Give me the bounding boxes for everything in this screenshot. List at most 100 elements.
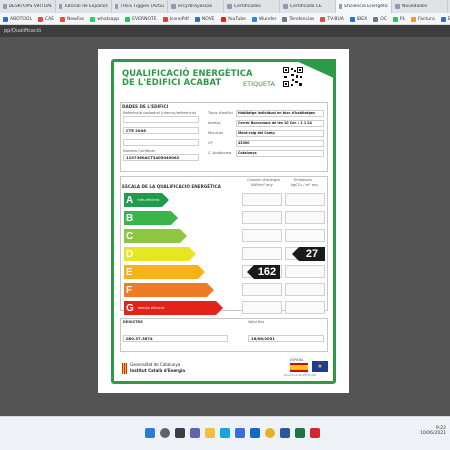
- consumption-cell: [242, 229, 282, 242]
- emissions-cell: [285, 301, 325, 314]
- bookmark-item[interactable]: NOVE: [192, 13, 218, 24]
- building-type-value: Habitatge individual en bloc d'habitatge…: [238, 111, 316, 115]
- bookmark-item[interactable]: Factura: [408, 13, 438, 24]
- emissions-cell: [285, 211, 325, 224]
- tab-label: Certificado CE: [290, 4, 322, 9]
- emissions-cell: [285, 283, 325, 296]
- certificate-number-label: Número Certificat: [123, 149, 155, 153]
- consumption-cell: [242, 283, 282, 296]
- search-icon[interactable]: [160, 428, 170, 438]
- bookmark-item[interactable]: Tendencias: [279, 13, 317, 24]
- bookmark-favicon-icon: [373, 16, 379, 22]
- viewer-title: pp/Qualificació: [4, 28, 42, 34]
- reference-field: [123, 116, 199, 123]
- consumption-cell: [242, 211, 282, 224]
- emissions-column-unit: kgCO₂ / m² any: [291, 183, 319, 187]
- bookmark-item[interactable]: PL: [390, 13, 408, 24]
- tab-favicon-icon: [171, 4, 176, 9]
- start-icon[interactable]: [145, 428, 155, 438]
- pdf-viewer[interactable]: QUALIFICACIÓ ENERGÈTICA DE L'EDIFICI ACA…: [0, 37, 450, 416]
- emissions-indicator-pointer: [292, 247, 299, 261]
- browser-tab[interactable]: TRES Tiggies (Actualización): [112, 0, 168, 13]
- bookmark-item[interactable]: Equipos: [438, 13, 450, 24]
- bookmark-item[interactable]: whatsapp: [87, 13, 122, 24]
- browser-tab[interactable]: Novedades: [392, 0, 448, 13]
- system-clock[interactable]: 9:22 10/06/2021: [420, 426, 446, 436]
- browser-tab[interactable]: Certificados: [224, 0, 280, 13]
- emissions-cell: [285, 265, 325, 278]
- mail-icon[interactable]: [250, 428, 260, 438]
- browser-tab[interactable]: Eficiencia Energética 1Energía: [336, 0, 392, 13]
- qr-code-icon: [282, 66, 304, 88]
- directive-note: Directiva 2010/31/UE: [284, 373, 316, 377]
- building-type-label: Tipus d'edifici: [208, 111, 233, 115]
- gencat-name: Generalitat de Catalunya: [130, 362, 181, 367]
- tab-label: Eficiencia Energética 1Energía: [344, 4, 388, 9]
- tab-favicon-icon: [3, 4, 7, 9]
- bookmark-item[interactable]: IconoPdf: [160, 13, 192, 24]
- address-value: Carrer Barcanona de les 10 Cer. : 1 1 24: [238, 121, 312, 125]
- bookmark-favicon-icon: [251, 16, 257, 22]
- rating-letter: G: [126, 302, 134, 314]
- bookmark-item[interactable]: ABOTOOL: [0, 13, 35, 24]
- bookmark-item[interactable]: Wunder: [249, 13, 279, 24]
- bookmark-item[interactable]: YouTube: [218, 13, 249, 24]
- least-efficient-note: menys eficient: [137, 306, 165, 310]
- bookmark-favicon-icon: [3, 16, 8, 22]
- rating-letter: D: [126, 248, 134, 260]
- consumption-cell: [242, 247, 282, 260]
- pdf-viewer-toolbar: pp/Qualificació: [0, 25, 450, 37]
- tab-label: Novedades: [402, 4, 428, 9]
- tab-favicon-icon: [115, 4, 119, 9]
- consumption-indicator-pointer: [247, 265, 254, 279]
- acrobat-icon[interactable]: [310, 428, 320, 438]
- chat-icon[interactable]: [190, 428, 200, 438]
- word-icon[interactable]: [280, 428, 290, 438]
- rating-scale-title: ESCALA DE LA QUALIFICACIÓ ENERGÈTICA: [122, 184, 221, 189]
- excel-icon[interactable]: [295, 428, 305, 438]
- tab-favicon-icon: [339, 4, 343, 9]
- address-label: Adreça: [208, 121, 221, 125]
- file-explorer-icon[interactable]: [205, 428, 215, 438]
- tab-favicon-icon: [395, 4, 400, 9]
- rating-letter: E: [126, 266, 133, 278]
- icaen-name: Institut Català d'Energia: [130, 368, 186, 373]
- browser-tab[interactable]: ercyrbrayessas: [168, 0, 224, 13]
- town-value: Mont-roig del Camp: [238, 131, 275, 135]
- bookmarks-bar: ABOTOOL CAE NewFac whatsapp EVERNOTE IconoPdf…: [0, 13, 450, 25]
- edge-icon[interactable]: [220, 428, 230, 438]
- browser-tab[interactable]: DESKTOPS VIRTUAL CAIXA: [0, 0, 56, 13]
- bookmark-favicon-icon: [125, 16, 131, 22]
- task-view-icon[interactable]: [175, 428, 185, 438]
- postcode-label: CP: [208, 141, 213, 145]
- bookmark-item[interactable]: NewFac: [57, 13, 87, 24]
- bookmark-item[interactable]: OC: [370, 13, 390, 24]
- bookmark-item[interactable]: TV-BUA: [317, 13, 347, 24]
- bookmark-item[interactable]: IBEX: [347, 13, 370, 24]
- store-icon[interactable]: [235, 428, 245, 438]
- tab-label: ercyrbrayessas: [178, 4, 213, 9]
- bookmark-item[interactable]: CAE: [35, 13, 57, 24]
- consumption-column-unit: kWh/m² any: [251, 183, 273, 187]
- valid-until-value: 16/06/2031: [251, 336, 275, 341]
- reference-label: Referència cadastral (ntecnic/referència…: [123, 111, 197, 115]
- extra-field: [123, 139, 199, 146]
- bookmark-item[interactable]: EVERNOTE: [122, 13, 159, 24]
- bookmark-favicon-icon: [37, 16, 43, 22]
- browser-tab[interactable]: Certificado CE: [280, 0, 336, 13]
- rating-letter: F: [126, 284, 133, 296]
- chrome-icon[interactable]: [265, 428, 275, 438]
- tab-label: Tutorial de Español: EL MUNDO: [64, 4, 108, 9]
- tab-label: TRES Tiggies (Actualización): [120, 4, 164, 9]
- bookmark-label: TV-BUA: [327, 16, 344, 22]
- browser-tab[interactable]: Tutorial de Español: EL MUNDO: [56, 0, 112, 13]
- emissions-cell: [285, 193, 325, 206]
- autonomous-community-value: Catalunya: [238, 151, 257, 155]
- spain-label: ESPAÑA: [290, 358, 304, 362]
- bookmark-label: Tendencias: [289, 16, 315, 22]
- gencat-logo-icon: [122, 363, 127, 374]
- rating-bar-c: C: [124, 229, 187, 243]
- consumption-cell: [242, 301, 282, 314]
- certificate-number-value: 1197360ACT3405040062: [126, 155, 180, 160]
- valid-until-label: Vàlid fins: [248, 320, 265, 324]
